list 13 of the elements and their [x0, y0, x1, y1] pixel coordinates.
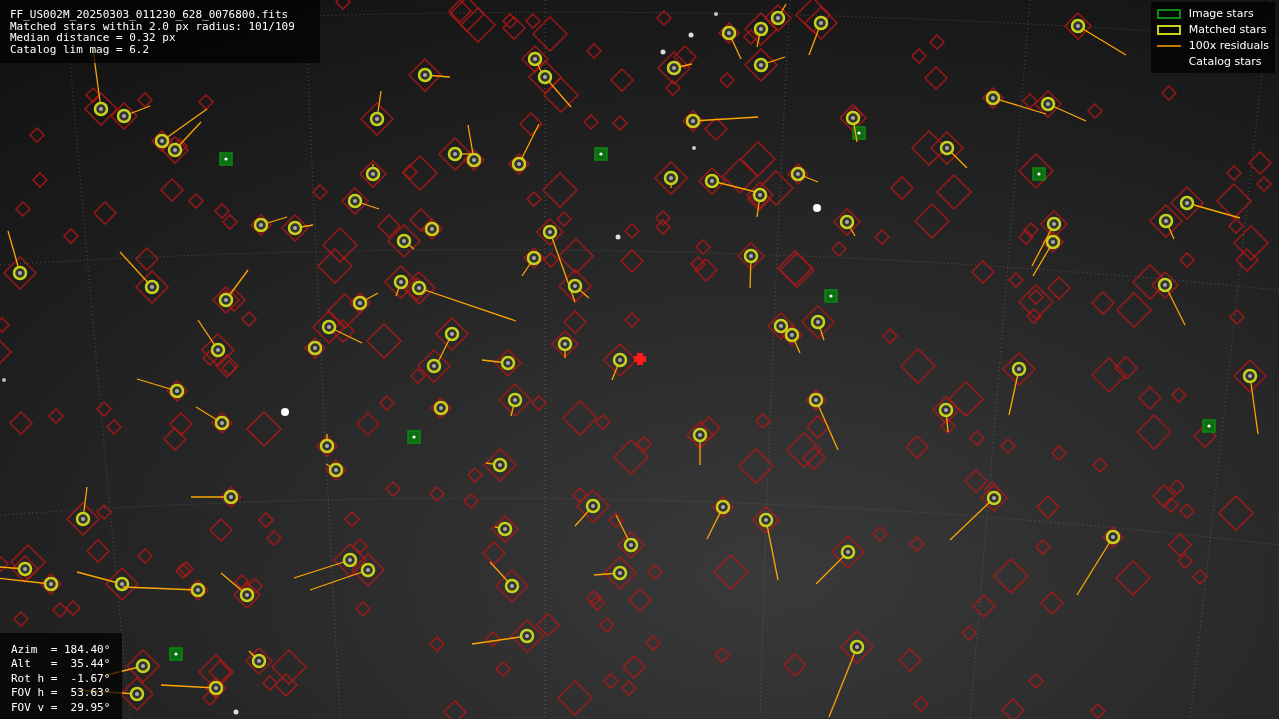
info-text: Catalog lim mag = 6.2: [10, 43, 150, 55]
pointing-readout: FOV v = 29.95°: [11, 700, 111, 715]
legend-label: Image stars: [1188, 7, 1254, 20]
pointing-readout: Alt = 35.44°: [11, 657, 111, 672]
pointing-readout: FOV h = 53.63°: [11, 686, 111, 701]
filename-text: FF_US002M_20250303_011230_628_0076800.fits: [10, 9, 289, 21]
pointing-readout: Rot h = -1.67°: [11, 671, 111, 686]
info-text: Matched stars within 2.0 px radius: 101/109: [10, 20, 295, 32]
pointing-readout: Azim = 184.40°: [11, 642, 111, 657]
legend-label: 100x residuals: [1188, 39, 1269, 52]
legend-label: Catalog stars: [1188, 55, 1262, 68]
info-text: Median distance = 0.32 px: [10, 32, 176, 44]
legend-label: Matched stars: [1188, 23, 1267, 36]
